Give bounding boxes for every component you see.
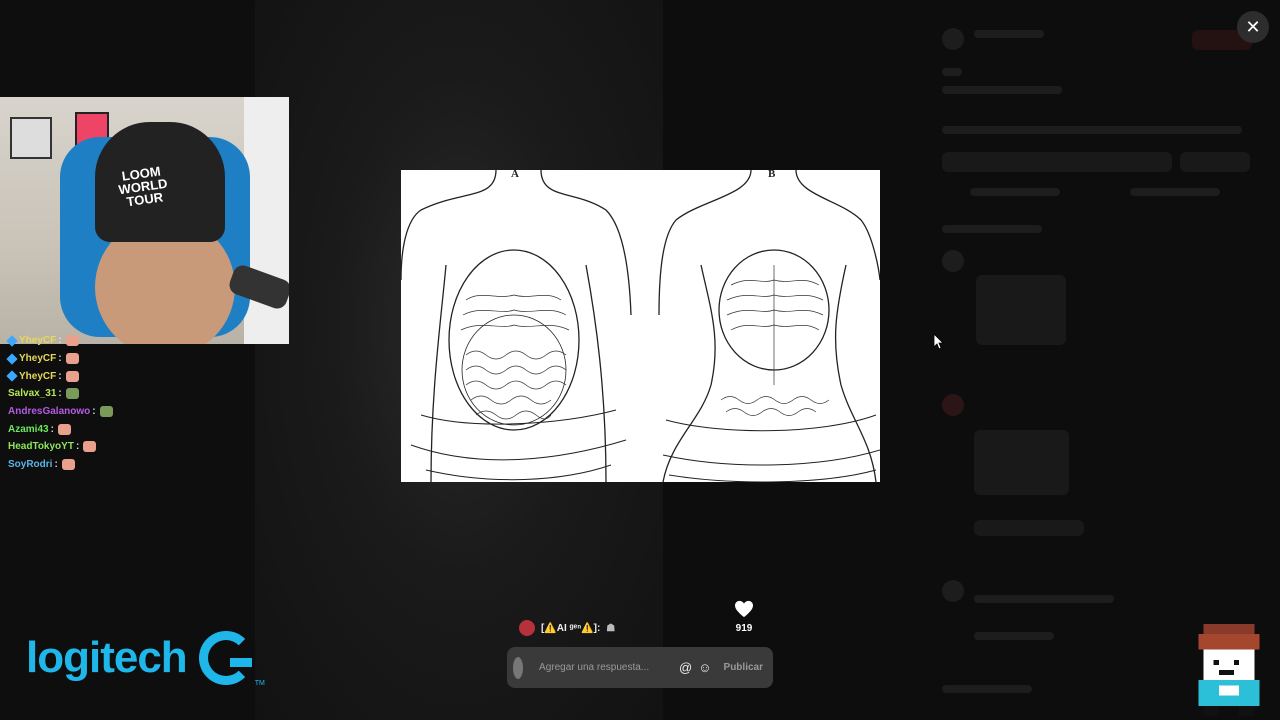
chat-username: YheyCF — [19, 353, 57, 365]
chat-message: Azami43: — [8, 420, 248, 438]
ghost-emoji-icon: ☗ — [606, 622, 616, 634]
mouse-cursor-icon — [934, 334, 944, 350]
close-button[interactable]: ✕ — [1237, 11, 1269, 43]
chat-separator: : — [54, 459, 58, 471]
chat-emote-icon — [57, 423, 71, 435]
chat-separator: : — [58, 353, 62, 365]
chat-separator: : — [75, 441, 80, 453]
chat-message: HeadTokyoYT: — [8, 438, 248, 456]
avatar — [519, 620, 535, 636]
chat-message: Salvax_31: — [8, 385, 248, 403]
reply-author-name: [⚠️AI ᵍᵉⁿ⚠️]: — [541, 622, 601, 634]
heart-icon — [735, 600, 753, 618]
chat-emote-icon — [65, 335, 79, 347]
chat-message: YheyCF: — [6, 332, 248, 350]
figure-label-a: A — [511, 170, 519, 180]
chat-message: SoyRodri: — [8, 456, 248, 474]
chat-separator: : — [92, 406, 96, 418]
like-count: 919 — [735, 623, 753, 634]
pixel-mascot-overlay — [1198, 624, 1260, 716]
subscriber-badge-icon — [6, 352, 18, 365]
chat-username: YheyCF — [19, 370, 57, 382]
logitech-g-logo: logitech TM — [26, 628, 265, 688]
subscriber-badge-icon — [6, 335, 18, 347]
streamer-webcam: LOOM WORLD TOUR — [0, 97, 289, 344]
chat-separator: : — [50, 423, 54, 435]
stream-chat: YheyCF: YheyCF: YheyCF: Salvax_31: AndresGal… — [6, 332, 248, 474]
chat-emote-icon — [61, 459, 75, 471]
trademark-symbol: TM — [254, 679, 265, 687]
dimmed-comments-panel — [930, 20, 1260, 700]
reply-composer: @ ☺ Publicar — [507, 647, 773, 688]
chat-separator: : — [58, 335, 62, 347]
logitech-wordmark: logitech — [26, 633, 188, 682]
chat-username: AndresGalanowo — [8, 406, 91, 418]
corset-anatomy-illustration: A B — [401, 170, 880, 482]
chat-username: HeadTokyoYT — [8, 441, 74, 453]
chat-message: YheyCF: — [6, 350, 248, 368]
chat-message: YheyCF: — [6, 367, 248, 385]
mention-icon[interactable]: @ — [679, 660, 692, 676]
wall-poster-cat — [10, 117, 52, 159]
emoji-icon[interactable]: ☺ — [698, 660, 711, 676]
expanded-image: A B — [401, 170, 880, 482]
chat-separator: : — [58, 388, 62, 400]
chat-username: YheyCF — [19, 335, 57, 347]
chat-username: Salvax_31 — [8, 388, 57, 400]
reply-preview[interactable]: [⚠️AI ᵍᵉⁿ⚠️]: ☗ — [519, 620, 615, 636]
publish-button[interactable]: Publicar — [724, 662, 763, 673]
chat-separator: : — [58, 370, 62, 382]
reply-input[interactable] — [537, 661, 674, 674]
figure-label-b: B — [768, 170, 776, 180]
chat-emote-icon — [83, 441, 97, 453]
chat-message: AndresGalanowo: — [8, 403, 248, 421]
like-button[interactable]: 919 — [730, 600, 758, 634]
chat-username: Azami43 — [8, 423, 49, 435]
chat-emote-icon — [65, 353, 79, 365]
avatar — [513, 656, 524, 679]
close-icon: ✕ — [1245, 16, 1261, 37]
chat-emote-icon — [65, 370, 79, 382]
chat-emote-icon — [65, 388, 79, 400]
subscriber-badge-icon — [6, 370, 18, 382]
chat-username: SoyRodri — [8, 459, 53, 471]
chat-emote-icon — [99, 406, 113, 418]
logitech-g-icon — [198, 631, 253, 685]
